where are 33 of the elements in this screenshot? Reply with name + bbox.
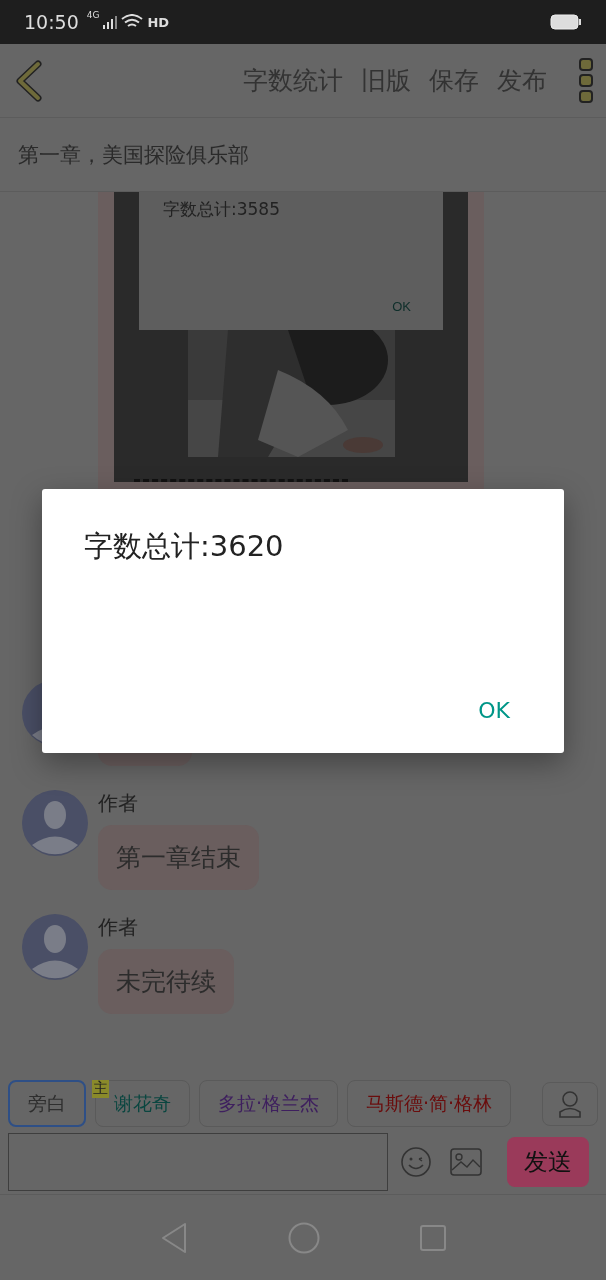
recents-nav-icon[interactable]: [420, 1224, 446, 1251]
send-button[interactable]: 发送: [507, 1137, 589, 1187]
more-menu-icon[interactable]: [578, 56, 594, 105]
image-icon[interactable]: [450, 1148, 482, 1176]
chapter-title: 第一章，美国探险俱乐部: [18, 141, 249, 169]
message-bubble: 第一章结束: [98, 825, 259, 890]
main-badge: 主: [92, 1080, 109, 1098]
author-name: 作者: [98, 914, 139, 941]
ok-button[interactable]: OK: [466, 698, 522, 723]
character-chip[interactable]: 马斯德·简·格林: [347, 1080, 512, 1127]
author-name: 作者: [98, 790, 139, 817]
back-nav-icon[interactable]: [160, 1221, 188, 1254]
person-icon[interactable]: [542, 1081, 598, 1126]
message-input[interactable]: [8, 1133, 388, 1191]
avatar: [22, 914, 88, 980]
word-count-text: 字数总计:3620: [84, 528, 285, 565]
back-button[interactable]: [14, 59, 44, 102]
battery-icon: [550, 14, 582, 30]
hd-label: HD: [147, 14, 170, 30]
status-time: 10:50: [24, 11, 79, 33]
image-message[interactable]: 字数总计:3585 OK: [98, 192, 484, 490]
signal-icon: [103, 15, 118, 29]
word-count-text: 字数总计:3585: [163, 198, 281, 221]
wifi-icon: [121, 14, 144, 30]
avatar: [22, 790, 88, 856]
character-chip[interactable]: 主 谢花奇: [95, 1080, 190, 1127]
emoji-icon[interactable]: [400, 1146, 432, 1178]
message-bubble: 未完待续: [98, 949, 234, 1014]
character-chip[interactable]: 旁白: [8, 1080, 86, 1127]
home-nav-icon[interactable]: [288, 1221, 320, 1254]
character-chip[interactable]: 多拉·格兰杰: [199, 1080, 339, 1127]
ok-button: OK: [392, 299, 419, 314]
network-type: 4G: [86, 10, 100, 20]
